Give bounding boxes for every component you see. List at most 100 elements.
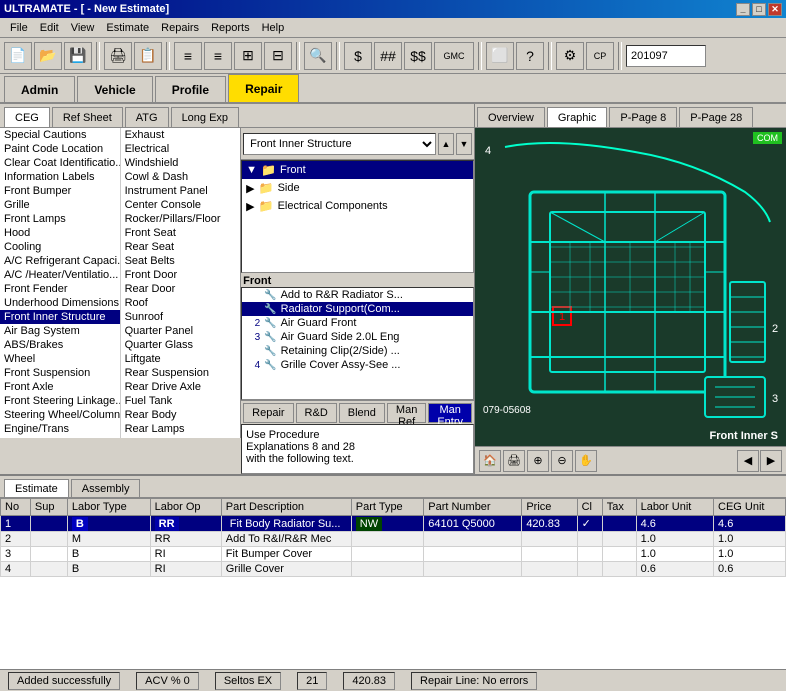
cat-front-inner[interactable]: Front Inner Structure <box>0 310 120 324</box>
new-button[interactable]: 📄 <box>4 42 32 70</box>
subtab-ceg[interactable]: CEG <box>4 107 50 127</box>
structure-dropdown[interactable]: Front Inner Structure <box>243 133 436 155</box>
tree-electrical[interactable]: ▶ 📁 Electrical Components <box>242 197 473 215</box>
nav-next-button[interactable]: ▶ <box>760 450 782 472</box>
home-button[interactable]: 🏠 <box>479 450 501 472</box>
menu-repairs[interactable]: Repairs <box>155 20 205 36</box>
cat-rear-bumper[interactable]: Rear Bumper <box>121 436 241 438</box>
tb-btn-1[interactable]: ≡ <box>174 42 202 70</box>
part-item-6[interactable]: 4 🔧 Grille Cover Assy-See ... <box>242 358 473 372</box>
menu-edit[interactable]: Edit <box>34 20 65 36</box>
cat-rear-seat[interactable]: Rear Seat <box>121 240 241 254</box>
calc2-button[interactable]: ## <box>374 42 402 70</box>
cat-cooling[interactable]: Cooling <box>0 240 120 254</box>
cat-cowl[interactable]: Cowl & Dash <box>121 170 241 184</box>
cat-rear-drive[interactable]: Rear Drive Axle <box>121 380 241 394</box>
cat-roof[interactable]: Roof <box>121 296 241 310</box>
menu-file[interactable]: File <box>4 20 34 36</box>
cat-front-steering[interactable]: Front Steering Linkage... <box>0 394 120 408</box>
part-item-3[interactable]: 2 🔧 Air Guard Front <box>242 316 473 330</box>
part-item-5[interactable]: 🔧 Retaining Clip(2/Side) ... <box>242 344 473 358</box>
cat-front-bumper[interactable]: Front Bumper <box>0 184 120 198</box>
tab-ppage28[interactable]: P-Page 28 <box>679 107 753 127</box>
tree-side[interactable]: ▶ 📁 Side <box>242 179 473 197</box>
tb-btn-4[interactable]: ⊟ <box>264 42 292 70</box>
cat-airbag[interactable]: Air Bag System <box>0 324 120 338</box>
cat-sunroof[interactable]: Sunroof <box>121 310 241 324</box>
cat-engine-mounts[interactable]: Engine/Trans Mounts <box>0 436 120 438</box>
maximize-button[interactable]: □ <box>752 3 766 16</box>
hand-button[interactable]: ✋ <box>575 450 597 472</box>
calc3-button[interactable]: $$ <box>404 42 432 70</box>
cat-hood[interactable]: Hood <box>0 226 120 240</box>
cat-underhood[interactable]: Underhood Dimensions <box>0 296 120 310</box>
part-item-1[interactable]: 🔧 Add to R&R Radiator S... <box>242 288 473 302</box>
minimize-button[interactable]: _ <box>736 3 750 16</box>
cat-ac-heater[interactable]: A/C /Heater/Ventilatio... <box>0 268 120 282</box>
cat-grille[interactable]: Grille <box>0 198 120 212</box>
cat-front-susp[interactable]: Front Suspension <box>0 366 120 380</box>
cat-info-labels[interactable]: Information Labels <box>0 170 120 184</box>
subtab-refsheet[interactable]: Ref Sheet <box>52 107 123 127</box>
cat-clear-coat[interactable]: Clear Coat Identificatio... <box>0 156 120 170</box>
zoom-in-button[interactable]: ⊕ <box>527 450 549 472</box>
tb-btn-3[interactable]: ⊞ <box>234 42 262 70</box>
print-button[interactable]: 🖨 <box>104 42 132 70</box>
table-row[interactable]: 4 B RI Grille Cover 0.6 0.6 <box>1 562 786 577</box>
cat-abs[interactable]: ABS/Brakes <box>0 338 120 352</box>
subtab-atg[interactable]: ATG <box>125 107 169 127</box>
cat-front-lamps[interactable]: Front Lamps <box>0 212 120 226</box>
open-button[interactable]: 📂 <box>34 42 62 70</box>
print-graphic-button[interactable]: 🖨 <box>503 450 525 472</box>
cat-quarter-glass[interactable]: Quarter Glass <box>121 338 241 352</box>
man-entry-button[interactable]: Man Entry <box>428 403 472 423</box>
part-item-2[interactable]: 1 🔧 Radiator Support(Com... <box>242 302 473 316</box>
subtab-longexp[interactable]: Long Exp <box>171 107 239 127</box>
cat-front-axle[interactable]: Front Axle <box>0 380 120 394</box>
zoom-button[interactable]: 🔍 <box>304 42 332 70</box>
cat-windshield[interactable]: Windshield <box>121 156 241 170</box>
menu-estimate[interactable]: Estimate <box>100 20 155 36</box>
cat-rocker[interactable]: Rocker/Pillars/Floor <box>121 212 241 226</box>
cat-quarter-panel[interactable]: Quarter Panel <box>121 324 241 338</box>
menu-reports[interactable]: Reports <box>205 20 256 36</box>
tab-estimate[interactable]: Estimate <box>4 479 69 497</box>
cat-front-seat[interactable]: Front Seat <box>121 226 241 240</box>
cat-center-console[interactable]: Center Console <box>121 198 241 212</box>
table-row[interactable]: 2 M RR Add To R&I/R&R Mec 1.0 1.0 <box>1 532 786 547</box>
tab-assembly[interactable]: Assembly <box>71 479 141 497</box>
zoom-out-button[interactable]: ⊖ <box>551 450 573 472</box>
cp-pro-button[interactable]: CP <box>586 42 614 70</box>
tb-btn-5[interactable]: ⬜ <box>486 42 514 70</box>
cat-front-fender[interactable]: Front Fender <box>0 282 120 296</box>
cat-instrument[interactable]: Instrument Panel <box>121 184 241 198</box>
tab-admin[interactable]: Admin <box>4 76 75 102</box>
tab-vehicle[interactable]: Vehicle <box>77 76 152 102</box>
menu-view[interactable]: View <box>65 20 101 36</box>
cat-seat-belts[interactable]: Seat Belts <box>121 254 241 268</box>
table-row[interactable]: 1 B RR Fit Body Radiator Su... NW 64101 … <box>1 516 786 532</box>
blend-button[interactable]: Blend <box>339 403 385 423</box>
tab-ppage8[interactable]: P-Page 8 <box>609 107 677 127</box>
cat-electrical[interactable]: Electrical <box>121 142 241 156</box>
save-button[interactable]: 💾 <box>64 42 92 70</box>
calc-button[interactable]: $ <box>344 42 372 70</box>
cat-ac-refrig[interactable]: A/C Refrigerant Capaci... <box>0 254 120 268</box>
cat-rear-door[interactable]: Rear Door <box>121 282 241 296</box>
print2-button[interactable]: 📋 <box>134 42 162 70</box>
nav-prev-button[interactable]: ◀ <box>737 450 759 472</box>
part-item-4[interactable]: 3 🔧 Air Guard Side 2.0L Eng <box>242 330 473 344</box>
cat-liftgate[interactable]: Liftgate <box>121 352 241 366</box>
settings-button[interactable]: ⚙ <box>556 42 584 70</box>
scroll-down-btn[interactable]: ▼ <box>456 133 472 155</box>
close-button[interactable]: ✕ <box>768 3 782 16</box>
rnd-button[interactable]: R&D <box>296 403 337 423</box>
cat-fuel-tank[interactable]: Fuel Tank <box>121 394 241 408</box>
cat-front-door[interactable]: Front Door <box>121 268 241 282</box>
tree-front[interactable]: ▼ 📁 Front <box>242 161 473 179</box>
cat-rear-lamps[interactable]: Rear Lamps <box>121 422 241 436</box>
menu-help[interactable]: Help <box>256 20 291 36</box>
tab-graphic[interactable]: Graphic <box>547 107 608 127</box>
tab-profile[interactable]: Profile <box>155 76 226 102</box>
cat-wheel[interactable]: Wheel <box>0 352 120 366</box>
